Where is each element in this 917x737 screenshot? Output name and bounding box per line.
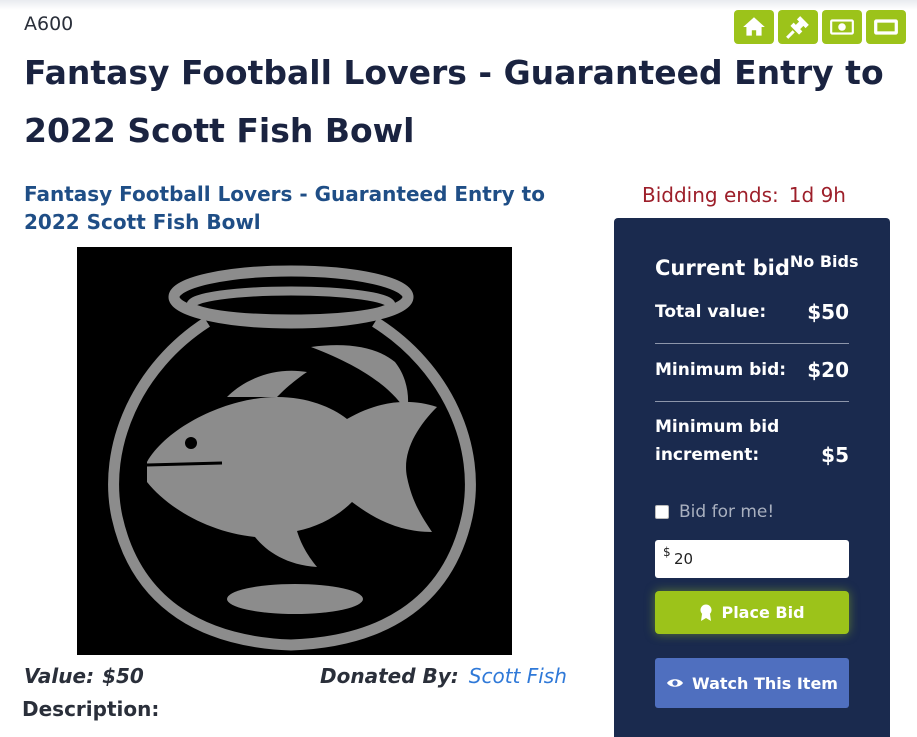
bid-amount-value: 20	[674, 550, 694, 568]
auction-button[interactable]	[778, 10, 818, 44]
item-image	[77, 247, 512, 655]
current-bid-value: No Bids	[789, 252, 859, 271]
bid-for-me-label: Bid for me!	[679, 502, 775, 522]
award-icon	[700, 604, 712, 621]
item-code: A600	[24, 13, 74, 35]
home-icon	[743, 17, 765, 36]
current-bid-label: Current bid	[655, 256, 790, 280]
ticket-icon	[874, 19, 898, 35]
top-bar	[0, 0, 917, 10]
watch-item-label: Watch This Item	[692, 673, 838, 693]
bid-for-me-checkbox[interactable]	[655, 505, 669, 519]
description-label: Description:	[22, 697, 160, 721]
bid-increment: $5	[821, 443, 849, 467]
fishbowl-image	[108, 265, 476, 651]
watch-item-button[interactable]: Watch This Item	[655, 658, 849, 708]
bid-for-me-option[interactable]: Bid for me!	[655, 502, 774, 522]
money-icon	[830, 19, 854, 35]
minimum-bid-label: Minimum bid:	[655, 360, 787, 380]
place-bid-label: Place Bid	[721, 603, 805, 622]
bid-amount-input[interactable]: $ 20	[655, 540, 849, 578]
bid-increment-row: Minimum bid increment: $5	[655, 413, 849, 469]
minimum-bid: $20	[807, 358, 849, 382]
item-value: Value: $50	[24, 664, 144, 688]
bidding-ends-time: 1d 9h	[788, 183, 846, 207]
place-bid-button[interactable]: Place Bid	[655, 591, 849, 634]
gavel-icon	[786, 16, 809, 39]
value-label: Value:	[24, 664, 95, 688]
divider	[655, 401, 849, 402]
divider	[655, 343, 849, 344]
bid-increment-label: Minimum bid increment:	[655, 417, 780, 465]
minimum-bid-row: Minimum bid: $20	[655, 356, 849, 384]
bidding-ends-label: Bidding ends:	[642, 183, 779, 207]
total-value: $50	[807, 300, 849, 324]
donor-link[interactable]: Scott Fish	[469, 664, 567, 688]
current-bid: Current bidNo Bids	[655, 252, 859, 280]
bidding-ends: Bidding ends: 1d 9h	[642, 183, 846, 207]
item-subtitle: Fantasy Football Lovers - Guaranteed Ent…	[24, 182, 545, 234]
tickets-button[interactable]	[866, 10, 906, 44]
home-button[interactable]	[734, 10, 774, 44]
donated-by-label: Donated By:	[320, 664, 459, 688]
bid-panel: Current bidNo Bids Total value: $50 Mini…	[614, 218, 890, 737]
page-title: Fantasy Football Lovers - Guaranteed Ent…	[24, 53, 884, 150]
value-amount: $50	[102, 664, 144, 688]
donate-button[interactable]	[822, 10, 862, 44]
total-value-row: Total value: $50	[655, 298, 849, 326]
donated-by: Donated By: Scott Fish	[320, 664, 567, 688]
nav-icon-bar	[734, 10, 906, 44]
currency-symbol: $	[663, 545, 671, 559]
eye-icon	[667, 679, 683, 687]
total-value-label: Total value:	[655, 302, 767, 322]
